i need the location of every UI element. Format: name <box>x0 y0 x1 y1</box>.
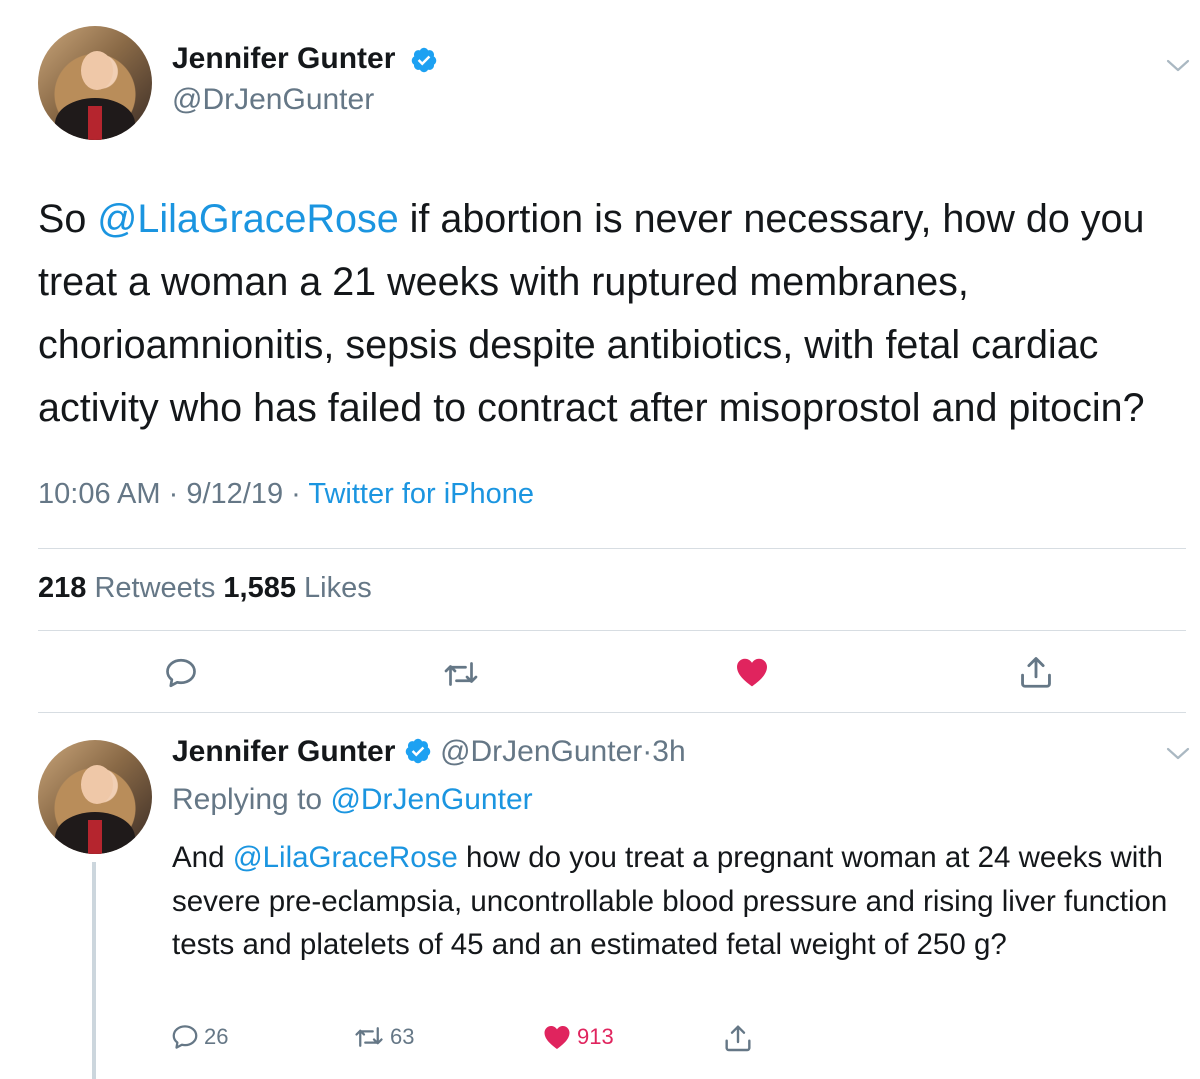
tweet-text: So @LilaGraceRose if abortion is never n… <box>38 188 1188 440</box>
author-name[interactable]: Jennifer Gunter <box>172 42 395 76</box>
likes-label: Likes <box>304 572 372 604</box>
reply-author-avatar[interactable] <box>38 740 152 854</box>
mention-link[interactable]: @LilaGraceRose <box>97 197 398 241</box>
retweets-label: Retweets <box>94 572 216 604</box>
replying-to-handle[interactable]: @DrJenGunter <box>330 783 532 816</box>
reply-text: And @LilaGraceRose how do you treat a pr… <box>172 836 1192 967</box>
reply-icon <box>172 1025 198 1049</box>
reply-age[interactable]: 3h <box>652 735 685 768</box>
reply-icon[interactable] <box>163 655 199 691</box>
retweets-count: 218 <box>38 572 87 604</box>
tweet-text-prefix: So <box>38 197 98 241</box>
reply-button[interactable]: 26 <box>170 1022 228 1052</box>
retweet-icon[interactable] <box>441 656 481 692</box>
reply-author-name[interactable]: Jennifer Gunter <box>172 735 395 768</box>
divider <box>38 548 1186 549</box>
tweet-date[interactable]: 9/12/19 <box>186 478 283 510</box>
reply-author-handle[interactable]: @DrJenGunter <box>440 735 642 768</box>
divider <box>38 630 1186 631</box>
tweet-source-link[interactable]: Twitter for iPhone <box>308 478 534 510</box>
meta-separator: · <box>168 478 179 510</box>
share-icon[interactable] <box>1017 653 1055 691</box>
chevron-down-icon[interactable] <box>1166 58 1190 74</box>
like-button[interactable]: 913 <box>541 1022 614 1052</box>
replying-to: Replying to @DrJenGunter <box>172 783 533 817</box>
engagement-stats: 218 Retweets 1,585 Likes <box>38 572 372 605</box>
divider <box>38 712 1186 713</box>
share-icon <box>725 1025 751 1052</box>
verified-badge-icon <box>411 47 437 73</box>
likes-stat[interactable]: 1,585 Likes <box>223 572 371 604</box>
retweets-stat[interactable]: 218 Retweets <box>38 572 215 604</box>
heart-icon[interactable] <box>733 654 771 690</box>
retweet-count: 63 <box>390 1024 415 1049</box>
retweet-button[interactable]: 63 <box>352 1022 414 1052</box>
tweet-meta: 10:06 AM · 9/12/19 · Twitter for iPhone <box>38 478 534 511</box>
reply-header: Jennifer Gunter @DrJenGunter·3h <box>172 735 686 769</box>
tweet-time[interactable]: 10:06 AM <box>38 478 161 510</box>
author-avatar[interactable] <box>38 26 152 140</box>
replying-to-label: Replying to <box>172 783 323 816</box>
mention-link[interactable]: @LilaGraceRose <box>233 841 458 874</box>
retweet-icon <box>355 1027 383 1047</box>
heart-icon <box>544 1026 570 1049</box>
reply-count: 26 <box>204 1024 229 1049</box>
share-button[interactable] <box>722 1022 758 1054</box>
verified-badge-icon <box>405 738 430 764</box>
like-count: 913 <box>577 1024 614 1049</box>
author-handle[interactable]: @DrJenGunter <box>172 83 374 117</box>
meta-separator: · <box>291 478 301 510</box>
chevron-down-icon[interactable] <box>1166 746 1190 762</box>
reply-separator: · <box>642 735 653 768</box>
reply-text-prefix: And <box>172 841 233 874</box>
thread-line <box>92 862 96 1079</box>
likes-count: 1,585 <box>223 572 296 604</box>
